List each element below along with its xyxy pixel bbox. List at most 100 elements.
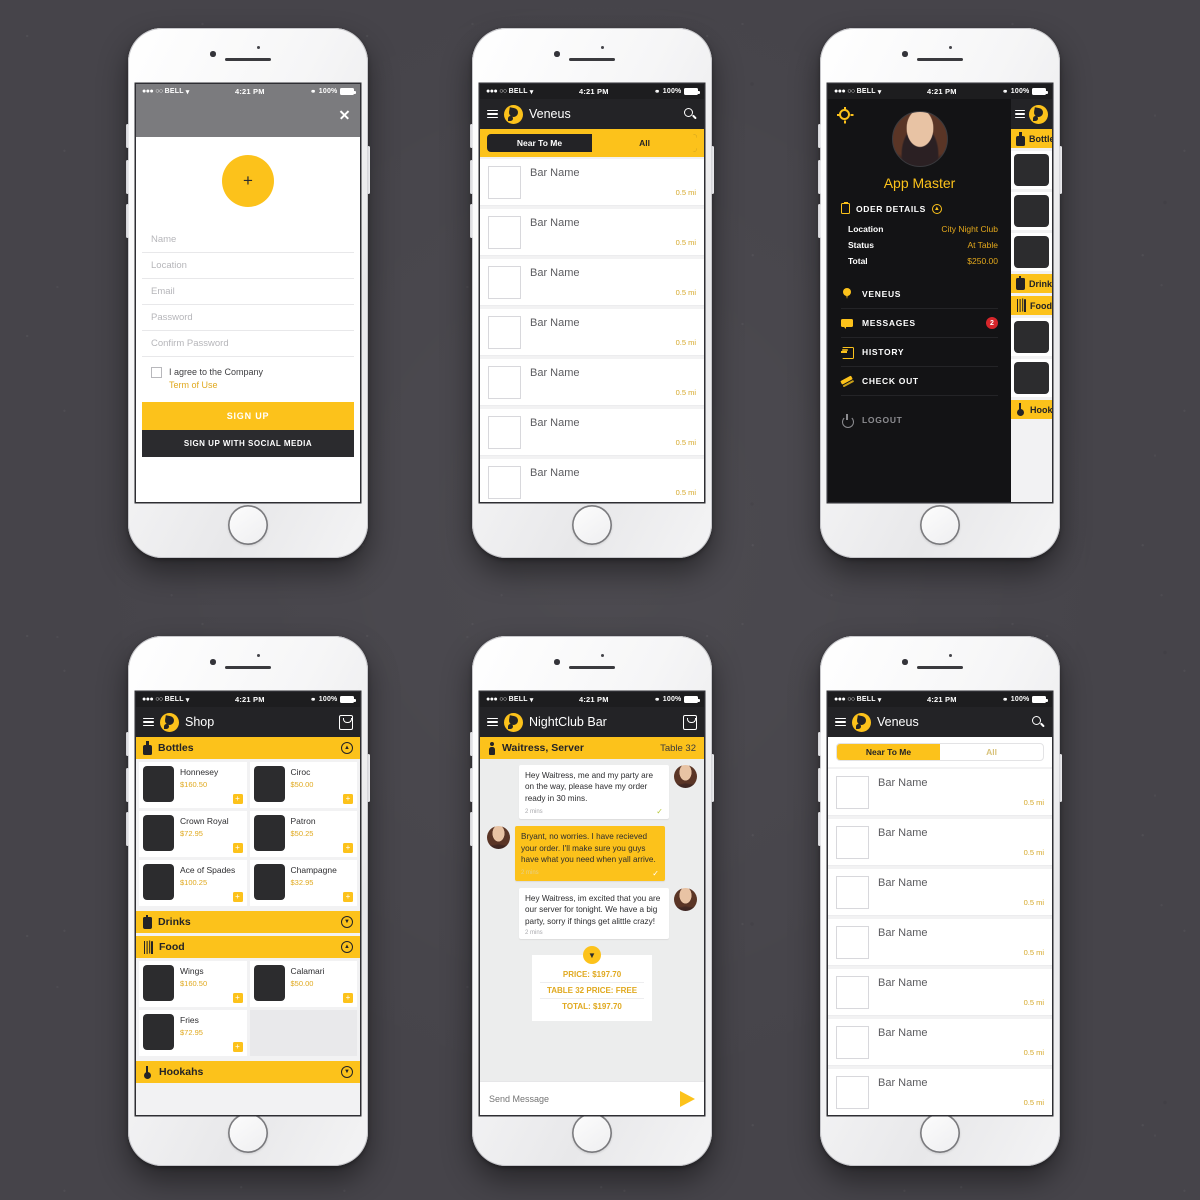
email-field[interactable]: Email [142,279,354,305]
add-to-cart-button[interactable]: + [343,993,353,1003]
venue-list[interactable]: Bar Name 0.5 mi Bar Name 0.5 mi Bar Name… [828,767,1052,1115]
drawer-item-history[interactable]: HISTORY [841,338,998,367]
add-to-cart-button[interactable]: + [232,892,243,902]
venue-list[interactable]: Bar Name 0.5 mi Bar Name 0.5 mi Bar Name… [480,157,704,502]
list-item[interactable]: Bar Name 0.5 mi [828,919,1052,966]
add-to-cart-button[interactable]: + [232,1042,243,1052]
category-drinks[interactable]: Drinks [1011,274,1052,293]
signup-button[interactable]: SIGN UP [142,402,354,431]
signup-card: + Name Location Email Password Confirm P… [142,137,354,458]
terms-of-use-link[interactable]: Term of Use [169,379,263,392]
add-to-cart-button[interactable]: + [343,892,353,902]
list-item[interactable]: Bar Name 0.5 mi [480,409,704,456]
category-header-food[interactable]: Food ▲ [136,936,360,958]
hamburger-icon[interactable] [487,109,498,119]
home-button[interactable] [572,505,612,545]
list-item[interactable]: Bar Name 0.5 mi [480,159,704,206]
chevron-down-icon[interactable]: ▼ [341,1066,353,1078]
list-item[interactable]: Bar Name 0.5 mi [480,209,704,256]
list-item[interactable]: Bar Name 0.5 mi [828,819,1052,866]
category-header-bottles[interactable]: Bottles ▲ [136,737,360,759]
list-item[interactable]: Bar Name 0.5 mi [828,1019,1052,1066]
category-bottles[interactable]: Bottles [1011,129,1052,148]
location-field[interactable]: Location [142,253,354,279]
search-icon[interactable] [1032,715,1045,729]
segment-near-to-me[interactable]: Near To Me [837,744,940,760]
venue-info: Bar Name 0.5 mi [878,1069,1044,1115]
product-tile[interactable]: Calamari $50.00 + [249,961,357,1007]
list-item[interactable]: Bar Name 0.5 mi [828,769,1052,816]
home-button[interactable] [920,505,960,545]
product-tile[interactable]: Champagne $32.95 + [249,860,357,906]
message-input[interactable] [489,1093,680,1104]
home-button[interactable] [228,1113,268,1153]
chat-message-list[interactable]: Hey Waitress, me and my party are on the… [480,759,704,1115]
status-bar: ●●● ○○ BELL ▾ 4:21 PM ⚭ 100% [136,84,360,99]
confirm-password-field[interactable]: Confirm Password [142,331,354,357]
product-tile[interactable] [1011,359,1052,397]
chevron-up-icon[interactable]: ▲ [341,742,353,754]
chevron-up-icon[interactable]: ▲ [931,203,942,214]
password-field[interactable]: Password [142,305,354,331]
drawer-item-logout[interactable]: LOGOUT [841,406,998,434]
product-tile[interactable] [1011,233,1052,271]
add-to-cart-button[interactable]: + [232,993,243,1003]
product-tile[interactable]: Honnesey $160.50 + [139,762,247,808]
list-item[interactable]: Bar Name 0.5 mi [480,359,704,406]
product-tile[interactable] [1011,192,1052,230]
search-icon[interactable] [684,107,697,121]
signup-social-button[interactable]: SIGN UP WITH SOCIAL MEDIA [142,430,354,458]
list-item[interactable]: Bar Name 0.5 mi [480,459,704,502]
product-tile[interactable]: Crown Royal $72.95 + [139,811,247,857]
chevron-up-icon[interactable]: ▲ [341,941,353,953]
product-price: $72.95 [180,828,203,838]
segment-all[interactable]: All [940,744,1043,760]
app-logo-icon [1029,104,1048,124]
add-to-cart-button[interactable]: + [343,794,353,804]
hamburger-icon[interactable] [487,717,498,727]
list-item[interactable]: Bar Name 0.5 mi [828,869,1052,916]
category-food[interactable]: Food [1011,296,1052,315]
product-tile[interactable]: Fries $72.95 + [139,1010,247,1056]
hamburger-icon[interactable] [143,717,154,727]
agree-checkbox[interactable] [151,367,162,378]
home-button[interactable] [572,1113,612,1153]
category-header-hookahs[interactable]: Hookahs ▼ [136,1061,360,1083]
product-tile[interactable]: Wings $160.50 + [139,961,247,1007]
drawer-item-veneus[interactable]: VENEUS [841,280,998,309]
list-item[interactable]: Bar Name 0.5 mi [828,1069,1052,1115]
hamburger-icon[interactable] [1015,109,1025,119]
name-field[interactable]: Name [142,227,354,253]
close-icon[interactable] [339,109,350,120]
product-tile[interactable] [1011,318,1052,356]
add-photo-button[interactable]: + [222,155,274,207]
category-header-drinks[interactable]: Drinks ▼ [136,911,360,933]
product-tile[interactable]: Patron $50.25 + [249,811,357,857]
list-item[interactable]: Bar Name 0.5 mi [480,309,704,356]
shopping-bag-icon[interactable] [339,714,353,730]
drawer-item-check-out[interactable]: CHECK OUT [841,367,998,396]
chevron-down-icon[interactable]: ▼ [341,916,353,928]
list-item[interactable]: Bar Name 0.5 mi [828,969,1052,1016]
home-button[interactable] [920,1113,960,1153]
battery-icon [1032,696,1048,703]
category-hookahs[interactable]: Hookahs [1011,400,1052,419]
hamburger-icon[interactable] [835,717,846,727]
add-to-cart-button[interactable]: + [232,843,243,853]
app-logo-icon [160,712,179,732]
product-tile[interactable]: Ace of Spades $100.25 + [139,860,247,906]
shopping-bag-icon[interactable] [683,714,697,730]
drawer-item-messages[interactable]: MESSAGES 2 [841,309,998,338]
product-tile[interactable]: Ciroc $50.00 + [249,762,357,808]
segment-all[interactable]: All [592,134,697,152]
add-to-cart-button[interactable]: + [343,843,353,853]
list-item[interactable]: Bar Name 0.5 mi [480,259,704,306]
order-details-header[interactable]: ODER DETAILS ▲ [828,201,1011,221]
product-tile[interactable] [1011,151,1052,189]
add-to-cart-button[interactable]: + [232,794,243,804]
home-button[interactable] [228,505,268,545]
gear-icon[interactable] [837,107,850,120]
segment-near-to-me[interactable]: Near To Me [487,134,592,152]
send-arrow-icon[interactable] [680,1090,695,1107]
shop-screen-peek[interactable]: Bottles Drinks Food Hookahs [1011,99,1052,502]
